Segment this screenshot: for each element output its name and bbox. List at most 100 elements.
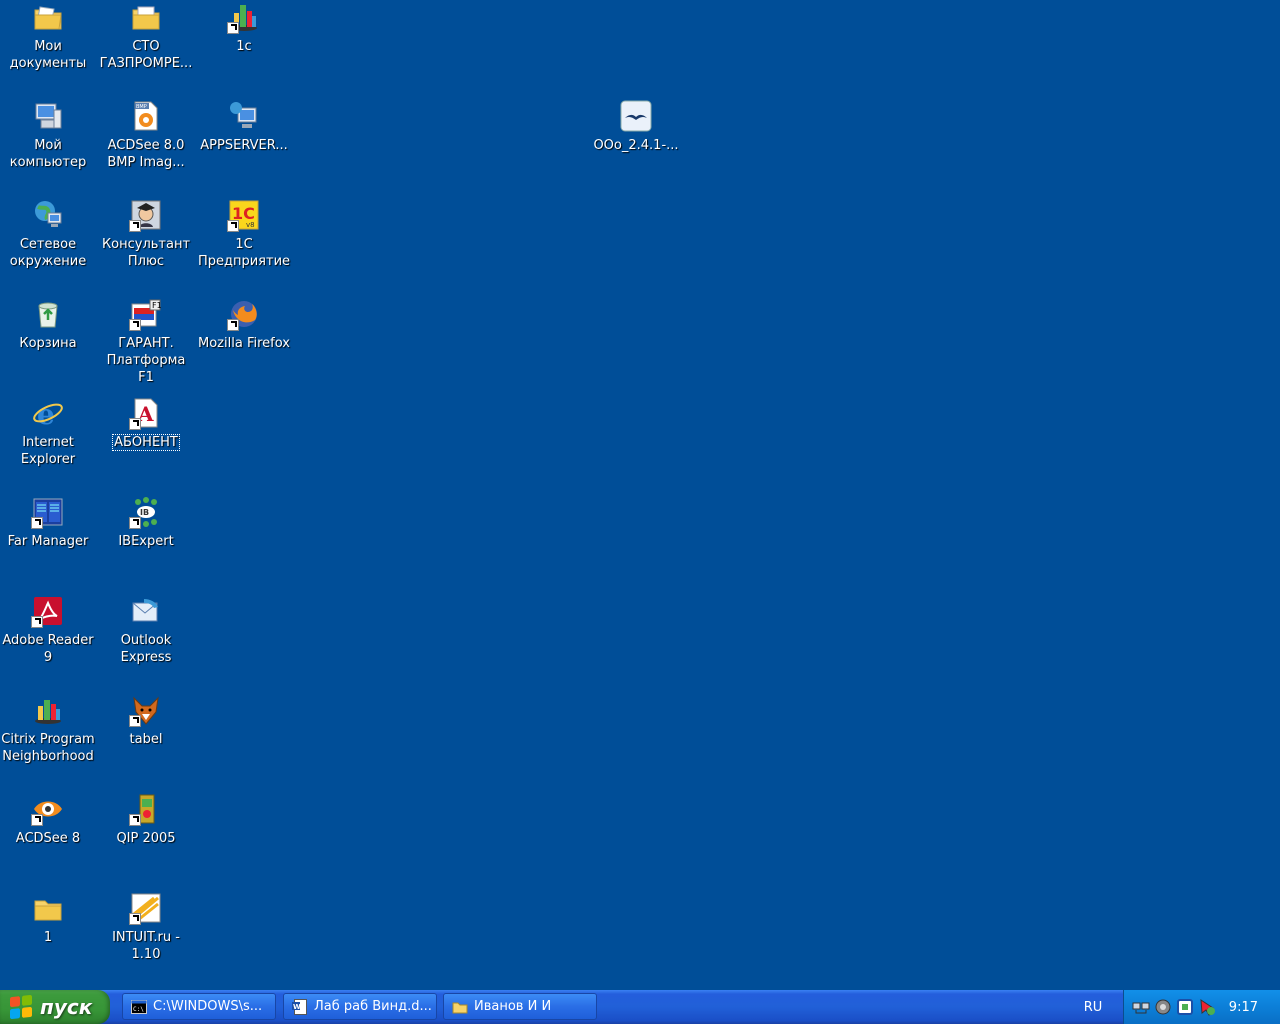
language-indicator[interactable]: RU [1080, 990, 1106, 1024]
intuit-icon [129, 891, 163, 925]
icon-label: Internet Explorer [20, 435, 76, 467]
icon-label: INTUIT.ru - 1.10 [112, 930, 180, 962]
network-places-icon [31, 198, 65, 232]
recycle-bin-icon [31, 297, 65, 331]
desktop-icon-adobe-reader[interactable]: Adobe Reader 9 [0, 594, 96, 684]
my-documents-icon [31, 0, 65, 34]
citrix-neighborhood-icon [31, 693, 65, 727]
desktop-icon-recycle-bin[interactable]: Корзина [0, 297, 96, 387]
desktop-icon-acdsee-bmp[interactable]: BMP ACDSee 8.0 BMP Imag... [98, 99, 194, 189]
desktop-icon-far-manager[interactable]: Far Manager [0, 495, 96, 585]
icon-label: QIP 2005 [116, 831, 176, 846]
task-label: Лаб раб Винд.d... [314, 999, 432, 1014]
openoffice-icon [619, 99, 653, 133]
desktop-icon-qip[interactable]: QIP 2005 [98, 792, 194, 882]
task-label: Иванов И И [474, 999, 552, 1014]
svg-text:BMP: BMP [136, 104, 147, 110]
icon-label: Мои документы [9, 39, 87, 71]
taskbar: пуск C:\ C:\WINDOWS\s... W Лаб раб Винд.… [0, 990, 1280, 1024]
desktop-icon-network[interactable]: Сетевое окружение [0, 198, 96, 288]
ibexpert-icon: IB [129, 495, 163, 529]
network-tray-icon[interactable] [1132, 998, 1150, 1016]
clock[interactable]: 9:17 [1229, 1000, 1258, 1015]
desktop-icon-1c-citrix[interactable]: 1с [196, 0, 292, 90]
desktop-icon-firefox[interactable]: Mozilla Firefox [196, 297, 292, 387]
desktop-icon-acdsee8[interactable]: ACDSee 8 [0, 792, 96, 882]
desktop-icon-internet-explorer[interactable]: e Internet Explorer [0, 396, 96, 486]
task-label: C:\WINDOWS\s... [153, 999, 263, 1014]
desktop-icon-appserver[interactable]: APPSERVER... [196, 99, 292, 189]
taskbar-button-folder[interactable]: Иванов И И [443, 993, 597, 1020]
my-computer-icon [31, 99, 65, 133]
shortcut-arrow-icon [227, 319, 239, 331]
taskbar-button-console[interactable]: C:\ C:\WINDOWS\s... [122, 993, 276, 1020]
taskbar-button-word-doc[interactable]: W Лаб раб Винд.d... [283, 993, 437, 1020]
icon-label: Mozilla Firefox [198, 336, 290, 351]
folder-icon [31, 891, 65, 925]
1c-enterprise-icon: 1С v8 [227, 198, 261, 232]
desktop-icon-consultant[interactable]: Консультант Плюс [98, 198, 194, 288]
desktop-icon-outlook-express[interactable]: Outlook Express [98, 594, 194, 684]
system-tray: 9:17 [1123, 990, 1280, 1024]
icon-label: 1 [43, 930, 53, 945]
shortcut-arrow-icon [129, 319, 141, 331]
desktop-icon-1c-enterprise[interactable]: 1С v8 1С Предприятие [196, 198, 292, 288]
citrix-app-icon [227, 0, 261, 34]
qip-tray-icon[interactable] [1198, 998, 1216, 1016]
speaker-tray-icon[interactable] [1154, 998, 1172, 1016]
consultant-plus-icon [129, 198, 163, 232]
icon-label: tabel [129, 732, 163, 747]
icon-label: IBExpert [118, 534, 174, 549]
shortcut-arrow-icon [129, 220, 141, 232]
icon-label: OOo_2.4.1-... [593, 138, 679, 153]
tabel-fox-icon [129, 693, 163, 727]
windows-flag-icon [10, 994, 32, 1020]
icon-label: Far Manager [7, 534, 89, 549]
firefox-icon [227, 297, 261, 331]
svg-text:F1: F1 [152, 301, 162, 310]
desktop-icon-sto-gazprom[interactable]: СТО ГАЗПРОМРЕ... [98, 0, 194, 90]
antivirus-tray-icon[interactable] [1176, 998, 1194, 1016]
desktop-icon-citrix[interactable]: Citrix Program Neighborhood [0, 693, 96, 783]
start-button[interactable]: пуск [0, 990, 110, 1024]
icon-label: Adobe Reader 9 [2, 633, 94, 665]
icon-label: Outlook Express [120, 633, 172, 665]
desktop-icon-openoffice[interactable]: OOo_2.4.1-... [588, 99, 684, 189]
console-icon: C:\ [131, 999, 147, 1014]
icon-label: ACDSee 8.0 BMP Imag... [107, 138, 185, 170]
desktop-icon-my-computer[interactable]: Мой компьютер [0, 99, 96, 189]
desktop-icon-intuit[interactable]: INTUIT.ru - 1.10 [98, 891, 194, 981]
word-document-icon: W [292, 998, 307, 1015]
qip-icon [129, 792, 163, 826]
shortcut-arrow-icon [129, 814, 141, 826]
garant-icon: F1 [129, 297, 163, 331]
desktop-icon-my-documents[interactable]: Мои документы [0, 0, 96, 90]
svg-text:e: e [37, 398, 55, 429]
icon-label: 1с [236, 39, 252, 54]
shortcut-arrow-icon [31, 517, 43, 529]
desktop-icon-ibexpert[interactable]: IB IBExpert [98, 495, 194, 585]
icon-label: 1С Предприятие [197, 237, 291, 269]
icon-label: ГАРАНТ. Платформа F1 [106, 336, 186, 385]
abonent-icon: A [129, 396, 163, 430]
icon-label: АБОНЕНТ [112, 434, 180, 451]
bmp-image-icon: BMP [129, 99, 163, 133]
outlook-express-icon [129, 594, 163, 628]
shortcut-arrow-icon [227, 22, 239, 34]
desktop-icon-folder-1[interactable]: 1 [0, 891, 96, 981]
svg-text:W: W [293, 1003, 301, 1011]
desktop-icon-abonent[interactable]: A АБОНЕНТ [98, 396, 194, 486]
shortcut-arrow-icon [129, 715, 141, 727]
desktop: Мои документы Мой компьютер Сетевое окру… [0, 0, 1280, 990]
desktop-icon-garant[interactable]: F1 ГАРАНТ. Платформа F1 [98, 297, 194, 387]
appserver-icon [227, 99, 261, 133]
icon-label: СТО ГАЗПРОМРЕ... [99, 39, 193, 71]
folder-icon [129, 0, 163, 34]
start-label: пуск [40, 995, 93, 1019]
svg-text:v8: v8 [246, 221, 255, 229]
shortcut-arrow-icon [129, 418, 141, 430]
shortcut-arrow-icon [31, 616, 43, 628]
desktop-icon-tabel[interactable]: tabel [98, 693, 194, 783]
icon-label: Корзина [19, 336, 77, 351]
shortcut-arrow-icon [129, 517, 141, 529]
